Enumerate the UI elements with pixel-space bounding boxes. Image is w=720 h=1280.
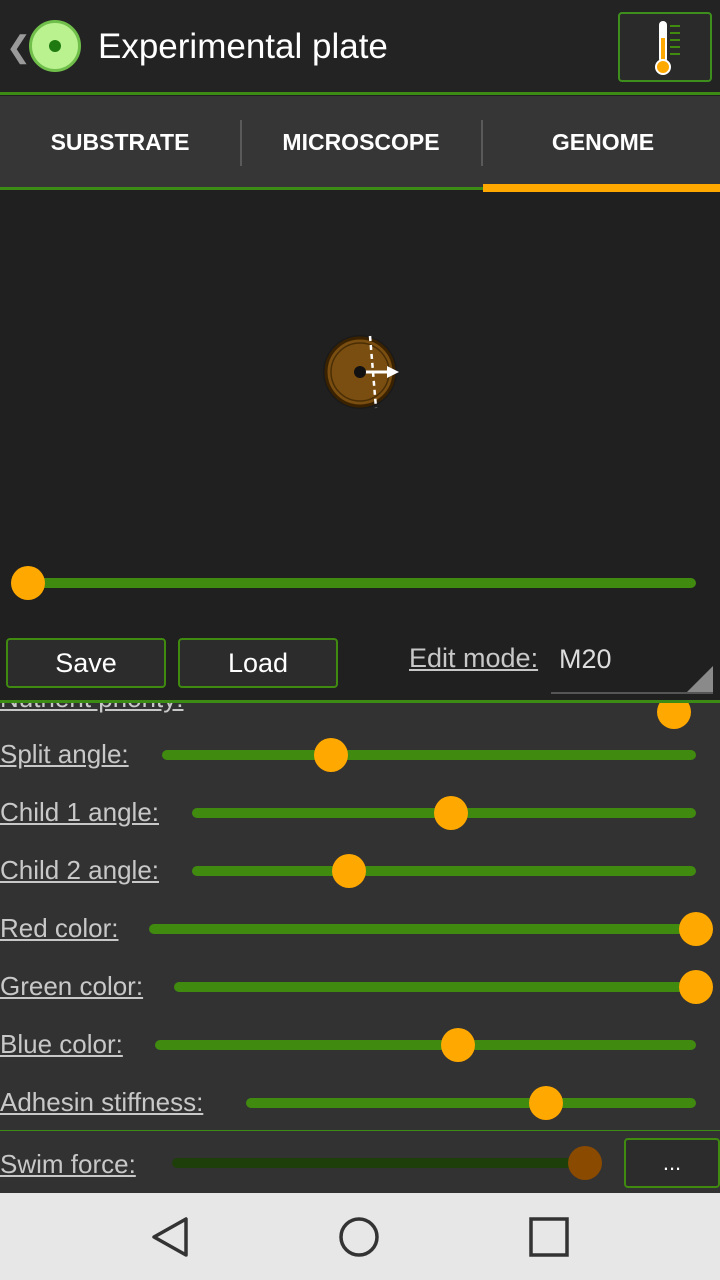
tab-selected-indicator [483, 184, 720, 192]
nav-back-icon[interactable] [148, 1215, 192, 1259]
page-title: Experimental plate [98, 27, 388, 66]
thermometer-button[interactable] [618, 12, 712, 82]
param-label: Green color: [0, 971, 144, 1001]
cell-icon [323, 335, 399, 409]
timeline-slider-thumb[interactable] [11, 566, 45, 600]
app-bar: ❮ Experimental plate [0, 0, 720, 92]
slider-track[interactable] [162, 750, 696, 760]
param-label: Adhesin stiffness: [0, 1087, 204, 1117]
tab-bar: SUBSTRATE MICROSCOPE GENOME [0, 96, 720, 188]
slider-thumb[interactable] [332, 854, 366, 888]
nav-recents-icon[interactable] [527, 1215, 571, 1259]
edit-mode-value: M20 [559, 644, 612, 674]
tab-genome[interactable]: GENOME [483, 96, 720, 188]
slider-thumb[interactable] [314, 738, 348, 772]
slider-track[interactable] [192, 866, 696, 876]
param-label: Swim force: [0, 1149, 136, 1179]
slider-track[interactable] [149, 924, 696, 934]
slider-thumb[interactable] [568, 1146, 602, 1180]
param-label: Nutrient priority: [0, 703, 184, 714]
save-button[interactable]: Save [6, 638, 166, 688]
param-label: Child 1 angle: [0, 797, 159, 827]
header-divider [0, 92, 720, 95]
nav-home-icon[interactable] [337, 1215, 381, 1259]
slider-thumb[interactable] [679, 970, 713, 1004]
param-label: Child 2 angle: [0, 855, 159, 885]
app-logo-icon[interactable] [29, 20, 81, 72]
tab-substrate[interactable]: SUBSTRATE [0, 96, 240, 188]
tabs-divider [0, 187, 483, 190]
thermometer-icon [655, 21, 680, 75]
param-label: Red color: [0, 913, 119, 943]
row-divider [0, 1130, 720, 1131]
edit-mode-select[interactable]: M20 [551, 636, 713, 694]
genome-params-list[interactable]: Nutrient priority: Split angle: Child 1 … [0, 703, 720, 1193]
more-button[interactable]: ... [624, 1138, 720, 1188]
slider-track[interactable] [172, 1158, 590, 1168]
param-label: Blue color: [0, 1029, 123, 1059]
load-button[interactable]: Load [178, 638, 338, 688]
slider-thumb[interactable] [679, 912, 713, 946]
slider-thumb[interactable] [441, 1028, 475, 1062]
slider-track[interactable] [155, 1040, 696, 1050]
param-label: Split angle: [0, 739, 129, 769]
system-nav-bar [0, 1193, 720, 1280]
edit-mode-label: Edit mode: [409, 643, 539, 673]
dropdown-corner-icon [687, 666, 713, 692]
tab-microscope[interactable]: MICROSCOPE [241, 96, 481, 188]
slider-thumb[interactable] [657, 703, 691, 729]
back-chevron-icon[interactable]: ❮ [6, 30, 31, 65]
slider-thumb[interactable] [434, 796, 468, 830]
cell-preview[interactable] [0, 192, 720, 700]
slider-track[interactable] [246, 1098, 696, 1108]
slider-thumb[interactable] [529, 1086, 563, 1120]
slider-track[interactable] [174, 982, 696, 992]
timeline-slider-track[interactable] [24, 578, 696, 588]
